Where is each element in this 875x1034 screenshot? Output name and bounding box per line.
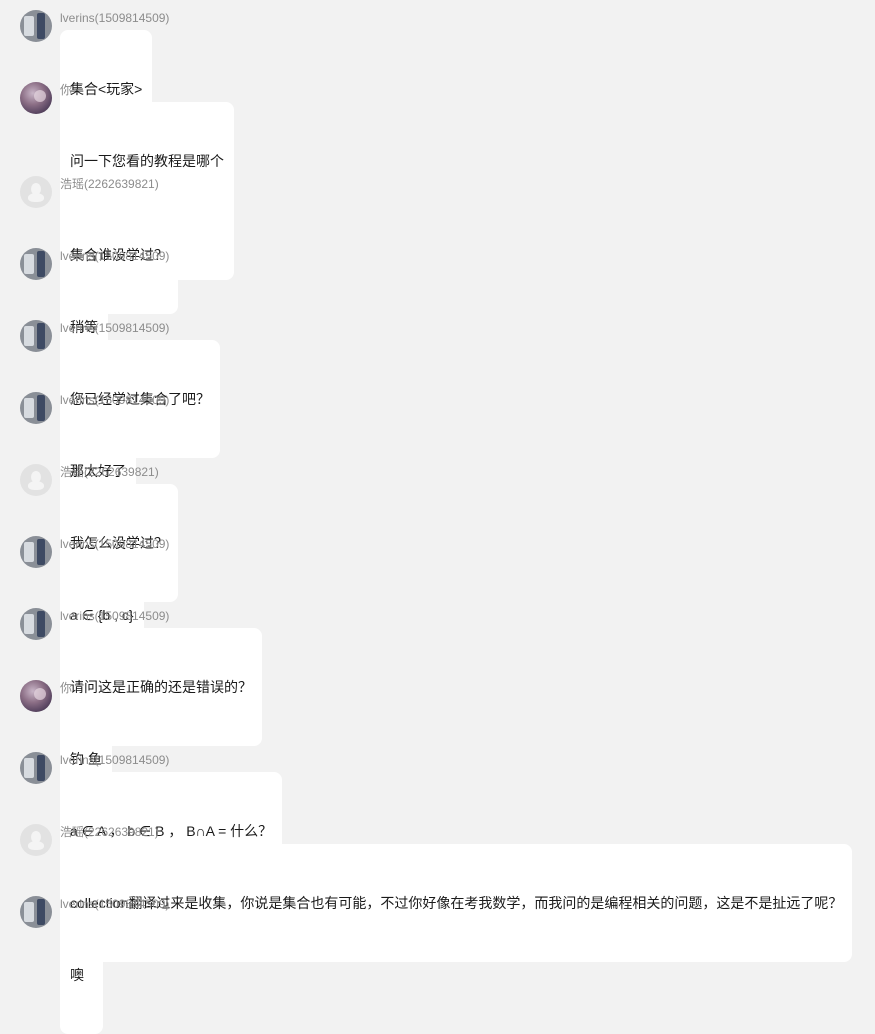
message-text: 集合<玩家>	[70, 81, 143, 97]
message-text: 噢	[70, 967, 84, 983]
sender-name[interactable]: lverins(1509814509)	[60, 320, 169, 336]
avatar[interactable]	[20, 320, 52, 352]
sender-name[interactable]: lverins(1509814509)	[60, 536, 169, 552]
sender-name[interactable]: 浩瑶(2262639821)	[60, 464, 159, 480]
avatar[interactable]	[20, 752, 52, 784]
sender-name[interactable]: 你	[60, 680, 72, 696]
message-text: collection翻译过来是收集，你说是集合也有可能，不过你好像在考我数学，而…	[70, 895, 843, 911]
sender-name[interactable]: lverins(1509814509)	[60, 752, 169, 768]
avatar[interactable]	[20, 10, 52, 42]
avatar[interactable]	[20, 248, 52, 280]
sender-name[interactable]: lverins(1509814509)	[60, 392, 169, 408]
avatar[interactable]	[20, 464, 52, 496]
avatar[interactable]	[20, 176, 52, 208]
sender-name[interactable]: lverins(1509814509)	[60, 608, 169, 624]
sender-name[interactable]: lverins(1509814509)	[60, 10, 169, 26]
message-text: 请问这是正确的还是错误的？	[70, 679, 252, 695]
avatar[interactable]	[20, 896, 52, 928]
avatar[interactable]	[20, 824, 52, 856]
avatar[interactable]	[20, 680, 52, 712]
sender-name[interactable]: 浩瑶(2262639821)	[60, 176, 159, 192]
sender-name[interactable]: lverins(1509814509)	[60, 896, 169, 912]
sender-name[interactable]: 浩瑶(2262639821)	[60, 824, 159, 840]
sender-name[interactable]: 你	[60, 82, 72, 98]
message-bubble[interactable]: 噢	[60, 916, 104, 1034]
sender-name[interactable]: lverins(1509814509)	[60, 248, 169, 264]
avatar[interactable]	[20, 608, 52, 640]
message-text: 问一下您看的教程是哪个	[70, 153, 224, 169]
avatar[interactable]	[20, 392, 52, 424]
avatar[interactable]	[20, 82, 52, 114]
avatar[interactable]	[20, 536, 52, 568]
message-bubble[interactable]: collection翻译过来是收集，你说是集合也有可能，不过你好像在考我数学，而…	[60, 844, 853, 962]
